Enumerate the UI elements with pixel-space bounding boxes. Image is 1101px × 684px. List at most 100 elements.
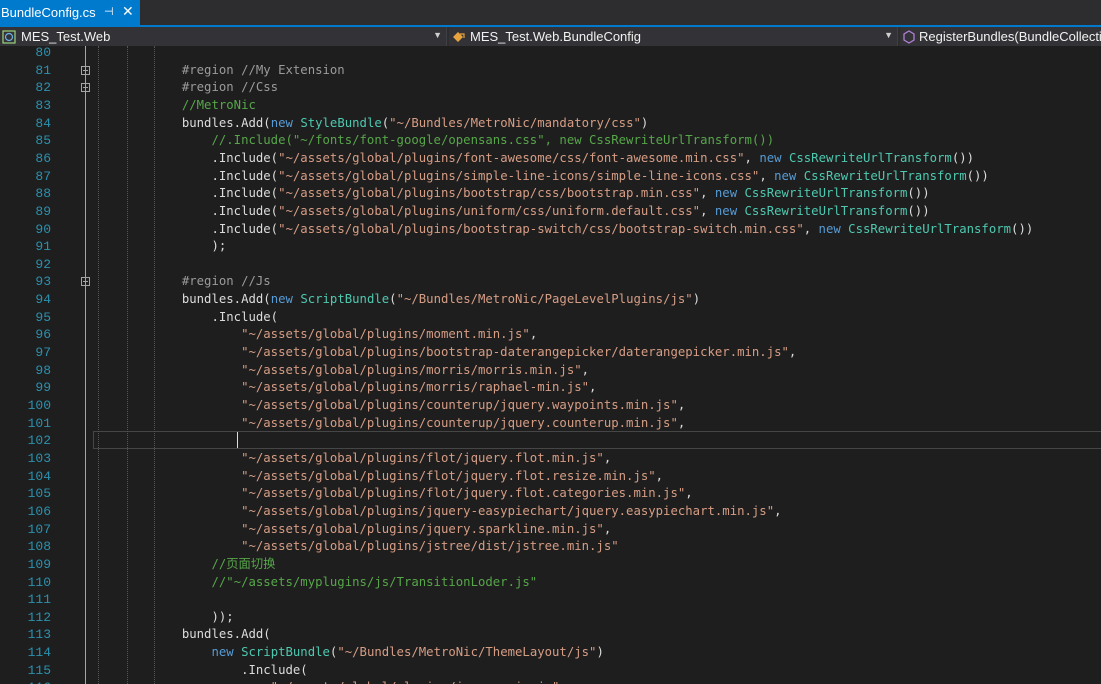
code-text: "~/assets/global/plugins/jstree/dist/jst… [93,538,619,556]
line-number: 92 [35,256,51,272]
minus-icon [83,69,88,71]
code-token: "~/assets/global/plugins/jstree/dist/jst… [93,539,619,554]
code-token: "~/assets/global/plugins/counterup/jquer… [93,415,678,430]
code-text: .Include("~/assets/global/plugins/simple… [93,168,989,186]
collapse-region-icon[interactable]: ⊟ [81,277,90,287]
chevron-down-icon: ▼ [884,30,893,40]
pin-icon[interactable]: ⊣ [104,5,114,18]
code-line: 111 [0,591,1101,609]
code-token: ) [692,292,701,307]
close-icon[interactable]: ✕ [122,3,134,20]
code-text: "~/assets/global/plugins/jquery.min.js", [93,679,567,684]
document-tab-bar: BundleConfig.cs ⊣ ✕ [0,0,1101,27]
line-number: 98 [35,362,51,378]
code-token: CssRewriteUrlTransform [788,150,952,165]
code-token: , [677,398,686,412]
code-token: new [270,292,301,307]
line-number: 114 [27,645,51,661]
code-token: "~/Bundles/MetroNic/ThemeLayout/js" [337,645,597,660]
code-token: CssRewriteUrlTransform [744,203,908,218]
line-number: 93 [35,274,51,290]
line-number: 111 [27,592,51,608]
line-number: 112 [27,609,51,625]
code-token: , [581,362,590,377]
code-token: bundles.Add( [93,115,271,130]
code-token: "~/Bundles/MetroNic/mandatory/css" [389,115,641,130]
code-token: bundles.Add( [93,627,271,642]
code-token: #region //Js [93,274,271,289]
code-editor[interactable]: 80 81 ⊟ #region //My Extension 82 ⊟ #region … [0,46,1101,684]
code-text: .Include("~/assets/global/plugins/bootst… [93,185,929,203]
code-token: , [744,150,760,165]
collapse-region-icon[interactable]: ⊟ [81,83,90,93]
code-line: 95 .Include( [0,309,1101,327]
member-name: RegisterBundles(BundleCollecti [919,29,1101,44]
code-line: 82 ⊟ #region //Css [0,79,1101,97]
code-line: 115 .Include( [0,662,1101,680]
code-text: //"~/assets/myplugins/js/TransitionLoder… [93,574,537,592]
line-number: 96 [35,327,51,343]
tab-bundleconfig[interactable]: BundleConfig.cs ⊣ ✕ [0,0,140,25]
code-token: .Include( [93,150,279,165]
minus-icon [83,281,88,283]
code-token: "~/assets/global/plugins/font-awesome/cs… [278,150,745,165]
code-line: 110 //"~/assets/myplugins/js/TransitionL… [0,574,1101,592]
code-line: 93 ⊟ #region //Js [0,273,1101,291]
code-token: .Include( [93,221,279,236]
code-token: "~/assets/global/plugins/bootstrap-switc… [278,221,804,236]
line-number: 83 [35,97,51,113]
code-token: "~/assets/global/plugins/morris/raphael-… [93,380,590,395]
code-text: "~/assets/global/plugins/flot/jquery.flo… [93,485,693,503]
collapse-region-icon[interactable]: ⊟ [81,65,90,75]
code-token: , [529,327,538,342]
code-token: ); [93,239,227,254]
code-text: "~/assets/global/plugins/morris/morris.m… [93,362,589,380]
code-token: .Include( [93,309,279,324]
code-line: 87 .Include("~/assets/global/plugins/sim… [0,168,1101,186]
line-number: 108 [27,539,51,555]
class-dropdown[interactable]: MES_Test.Web.BundleConfig ▼ [449,27,898,46]
code-text: bundles.Add(new ScriptBundle("~/Bundles/… [93,291,700,309]
code-token: //页面切换 [93,556,276,571]
line-number: 100 [27,398,51,413]
code-token: new [714,203,745,218]
line-number: 86 [35,150,51,166]
chevron-down-icon: ▼ [433,30,442,40]
code-token: ) [640,115,649,130]
member-dropdown[interactable]: RegisterBundles(BundleCollecti [900,27,1101,46]
code-line: 81 ⊟ #region //My Extension [0,62,1101,80]
code-token: ScriptBundle [241,645,330,660]
line-number: 87 [35,168,51,184]
code-token: , [685,486,693,501]
code-text: new ScriptBundle("~/Bundles/MetroNic/The… [93,644,603,662]
code-line: 107 "~/assets/global/plugins/jquery.spar… [0,521,1101,539]
code-token: CssRewriteUrlTransform [744,186,908,201]
code-text: "~/assets/global/plugins/bootstrap-dater… [93,344,796,362]
line-number: 80 [35,46,51,60]
project-dropdown[interactable]: MES_Test.Web ▼ [0,27,447,46]
code-line: 97 "~/assets/global/plugins/bootstrap-da… [0,344,1101,362]
code-token: , [803,221,819,236]
project-name: MES_Test.Web [21,29,111,44]
code-token: , [774,503,782,518]
tab-title: BundleConfig.cs [1,5,96,20]
code-token: CssRewriteUrlTransform [848,221,1012,236]
code-token: ()) [966,168,989,183]
code-text: .Include("~/assets/global/plugins/bootst… [93,221,1033,239]
code-line: 85 //.Include("~/fonts/font-google/opens… [0,132,1101,150]
line-number: 102 [27,433,51,449]
code-token: ( [389,292,397,307]
code-token: new [818,221,849,236]
code-token: //.Include("~/fonts/font-google/opensans… [93,133,775,148]
line-number: 103 [27,450,51,466]
code-token: ()) [951,150,975,165]
code-line: 84 bundles.Add(new StyleBundle("~/Bundle… [0,115,1101,133]
code-line: 96 "~/assets/global/plugins/moment.min.j… [0,326,1101,344]
method-icon [902,29,916,44]
code-token: , [589,380,597,395]
line-number: 110 [27,574,51,590]
class-icon [451,30,467,44]
code-line: 105 "~/assets/global/plugins/flot/jquery… [0,485,1101,503]
code-text: "~/assets/global/plugins/counterup/jquer… [93,397,685,415]
line-number: 106 [27,503,51,519]
